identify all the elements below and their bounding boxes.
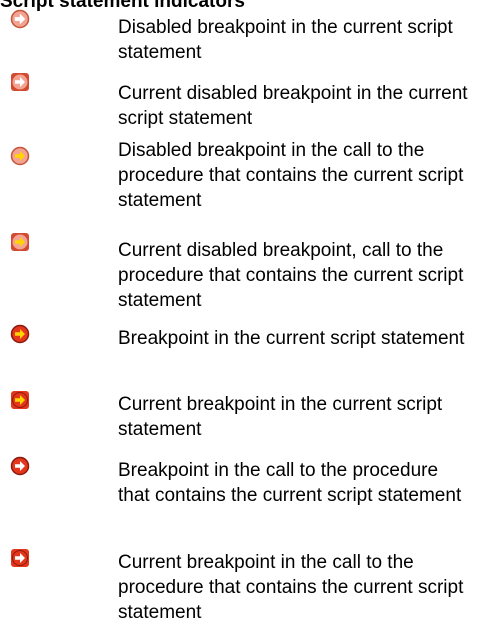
current-disabled-breakpoint-icon — [10, 72, 30, 92]
breakpoint-icon — [10, 324, 30, 344]
breakpoint-call-icon — [10, 456, 30, 476]
disabled-breakpoint-call-icon — [10, 146, 30, 166]
indicator-description: Current breakpoint in the call to the pr… — [118, 552, 464, 623]
section-heading: Script statement indicators — [0, 0, 245, 12]
current-breakpoint-icon — [10, 390, 30, 410]
indicator-description: Breakpoint in the call to the procedure … — [118, 460, 462, 506]
disabled-breakpoint-icon — [10, 9, 30, 29]
indicator-description: Current disabled breakpoint in the curre… — [118, 83, 468, 129]
current-disabled-breakpoint-call-icon — [10, 232, 30, 252]
indicator-description: Disabled breakpoint in the call to the p… — [118, 140, 464, 211]
current-breakpoint-call-icon — [10, 548, 30, 568]
indicator-description: Breakpoint in the current script stateme… — [118, 328, 465, 349]
indicator-description: Current breakpoint in the current script… — [118, 394, 443, 440]
indicator-description: Current disabled breakpoint, call to the… — [118, 240, 464, 311]
indicator-description: Disabled breakpoint in the current scrip… — [118, 17, 453, 63]
